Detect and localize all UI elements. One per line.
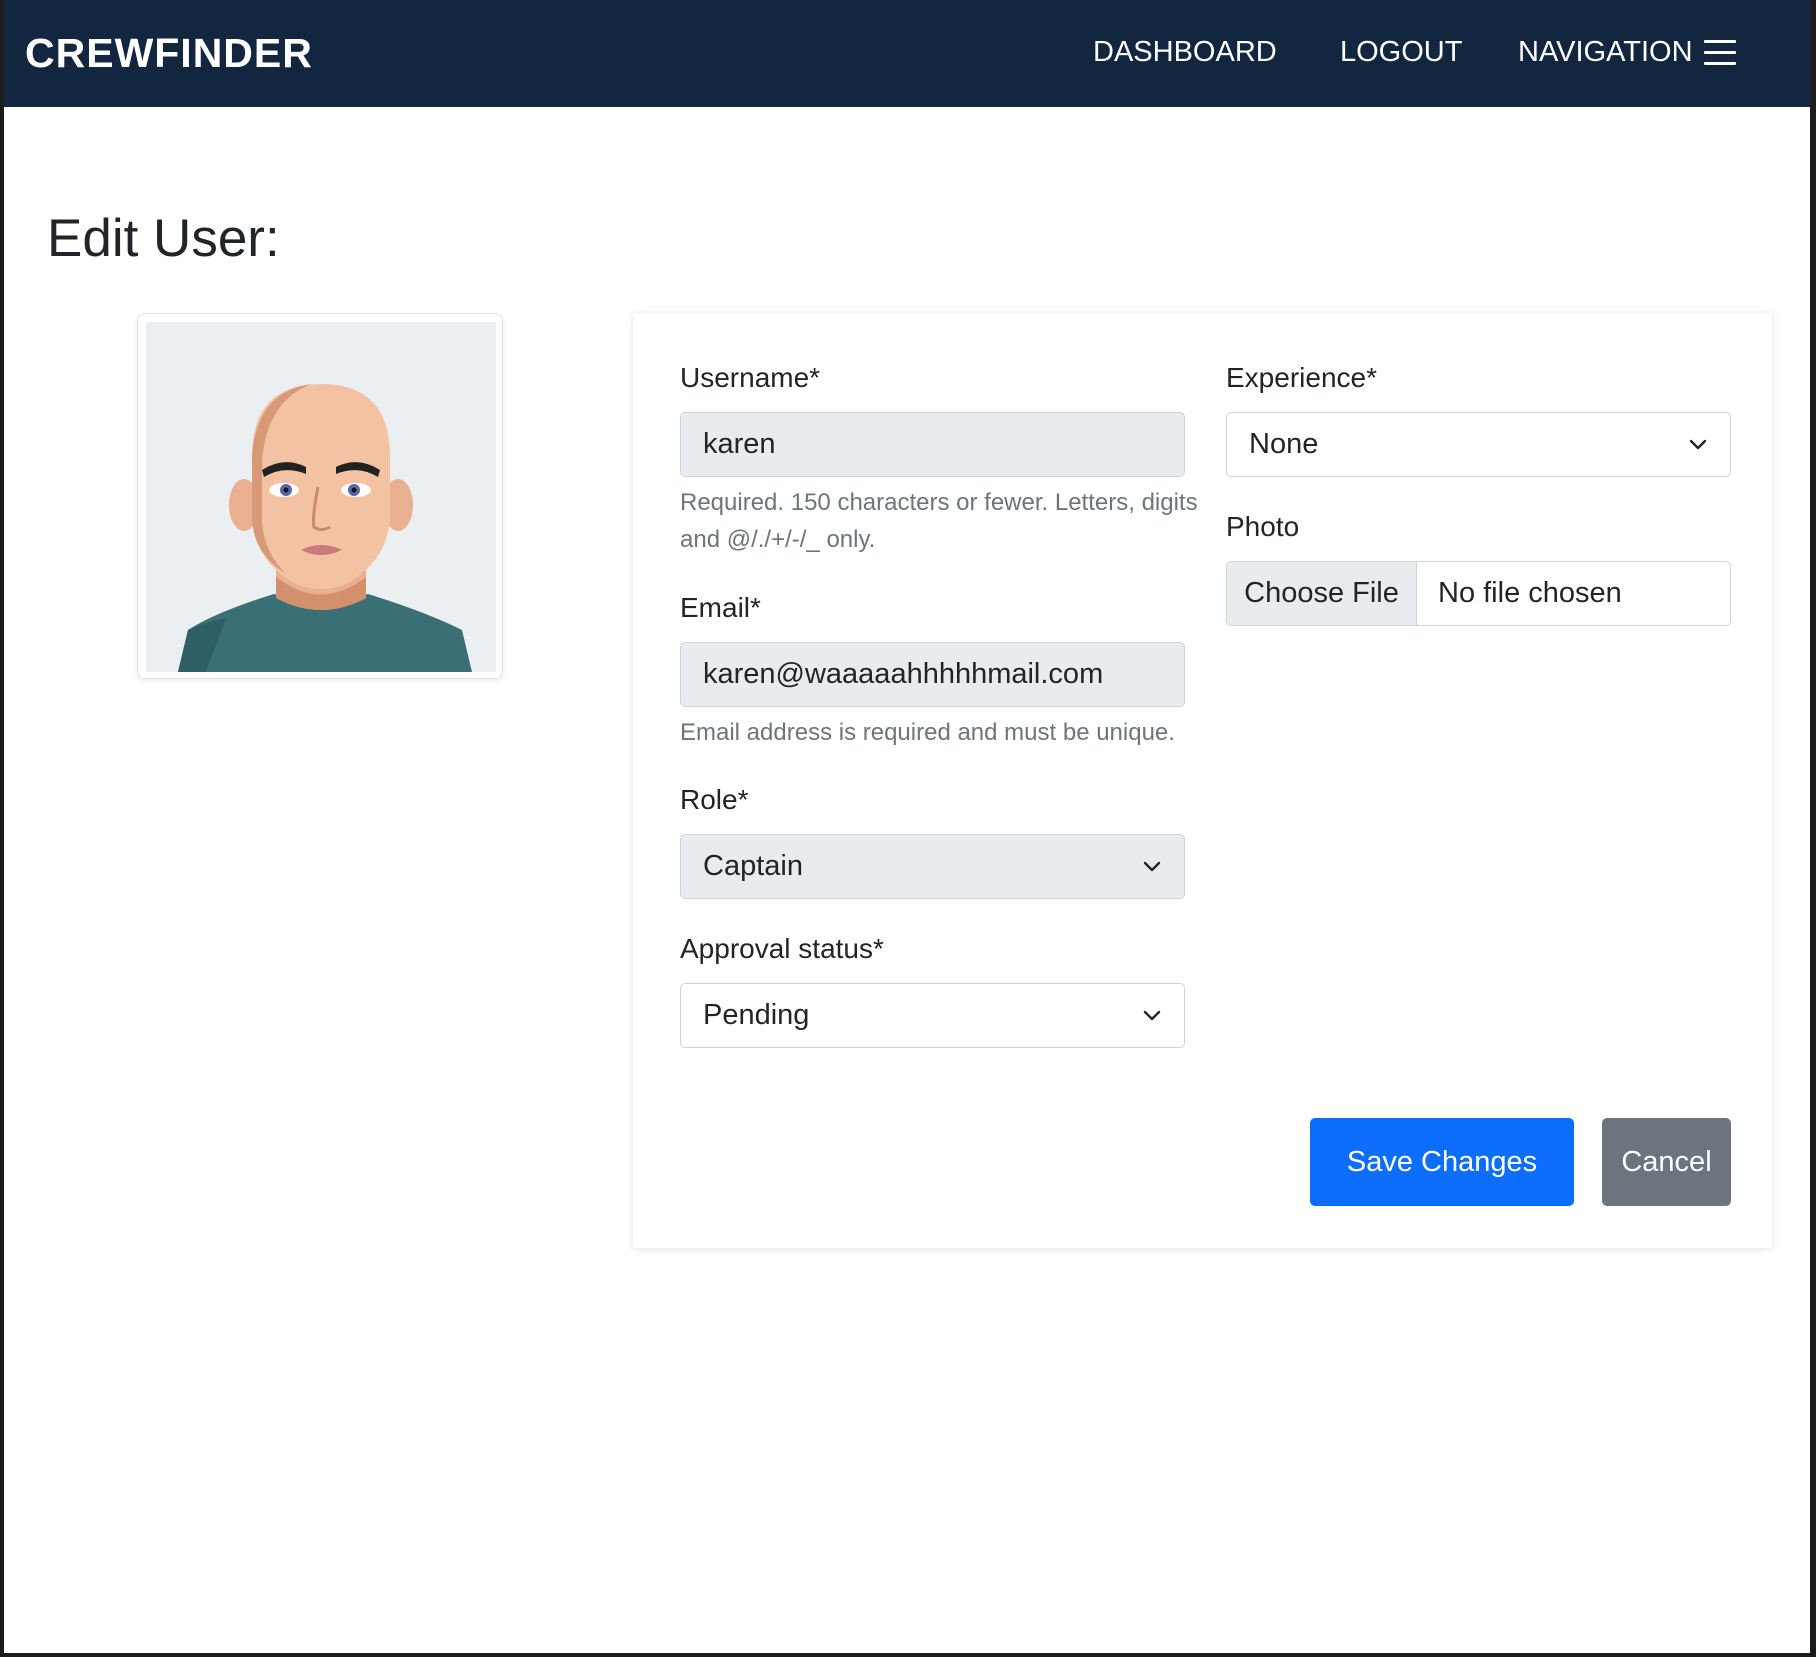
brand-logo[interactable]: CREWFINDER bbox=[25, 30, 313, 77]
photo-file-input[interactable]: Choose File No file chosen bbox=[1226, 561, 1731, 626]
edit-user-form-card: Username* karen Required. 150 characters… bbox=[633, 313, 1772, 1248]
avatar-frame bbox=[137, 313, 503, 679]
cancel-button[interactable]: Cancel bbox=[1602, 1118, 1731, 1206]
role-select[interactable]: Captain bbox=[680, 834, 1185, 899]
page-title: Edit User: bbox=[47, 209, 280, 268]
choose-file-button[interactable]: Choose File bbox=[1227, 562, 1417, 625]
chevron-down-icon bbox=[1143, 1010, 1161, 1021]
hamburger-line bbox=[1704, 51, 1736, 54]
role-selected-value: Captain bbox=[703, 850, 803, 882]
email-input[interactable]: karen@waaaaahhhhhmail.com bbox=[680, 642, 1185, 707]
experience-select[interactable]: None bbox=[1226, 412, 1731, 477]
approval-status-label: Approval status* bbox=[680, 933, 884, 964]
nav-link-dashboard[interactable]: DASHBOARD bbox=[1093, 36, 1277, 69]
cartoon-user-avatar-icon bbox=[178, 384, 472, 672]
hamburger-line bbox=[1704, 62, 1736, 65]
username-input[interactable]: karen bbox=[680, 412, 1185, 477]
experience-selected-value: None bbox=[1249, 428, 1319, 460]
role-label: Role* bbox=[680, 784, 749, 815]
file-status-text: No file chosen bbox=[1438, 577, 1622, 609]
username-help-text: Required. 150 characters or fewer. Lette… bbox=[680, 489, 1198, 553]
top-navbar: CREWFINDER DASHBOARD LOGOUT NAVIGATION bbox=[4, 0, 1810, 107]
photo-label: Photo bbox=[1226, 511, 1300, 542]
chevron-down-icon bbox=[1689, 439, 1707, 450]
experience-label: Experience* bbox=[1226, 362, 1377, 393]
approval-status-select[interactable]: Pending bbox=[680, 983, 1185, 1048]
page: CREWFINDER DASHBOARD LOGOUT NAVIGATION E… bbox=[4, 0, 1810, 1653]
chevron-down-icon bbox=[1143, 861, 1161, 872]
user-avatar-image bbox=[146, 322, 496, 672]
email-help-text: Email address is required and must be un… bbox=[680, 719, 1175, 746]
nav-link-logout[interactable]: LOGOUT bbox=[1340, 36, 1462, 69]
approval-status-selected-value: Pending bbox=[703, 999, 810, 1031]
hamburger-line bbox=[1704, 40, 1736, 43]
email-label: Email* bbox=[680, 592, 761, 623]
save-changes-button[interactable]: Save Changes bbox=[1310, 1118, 1574, 1206]
username-label: Username* bbox=[680, 362, 821, 393]
nav-link-navigation[interactable]: NAVIGATION bbox=[1518, 36, 1693, 69]
hamburger-menu-icon[interactable] bbox=[1704, 40, 1736, 66]
